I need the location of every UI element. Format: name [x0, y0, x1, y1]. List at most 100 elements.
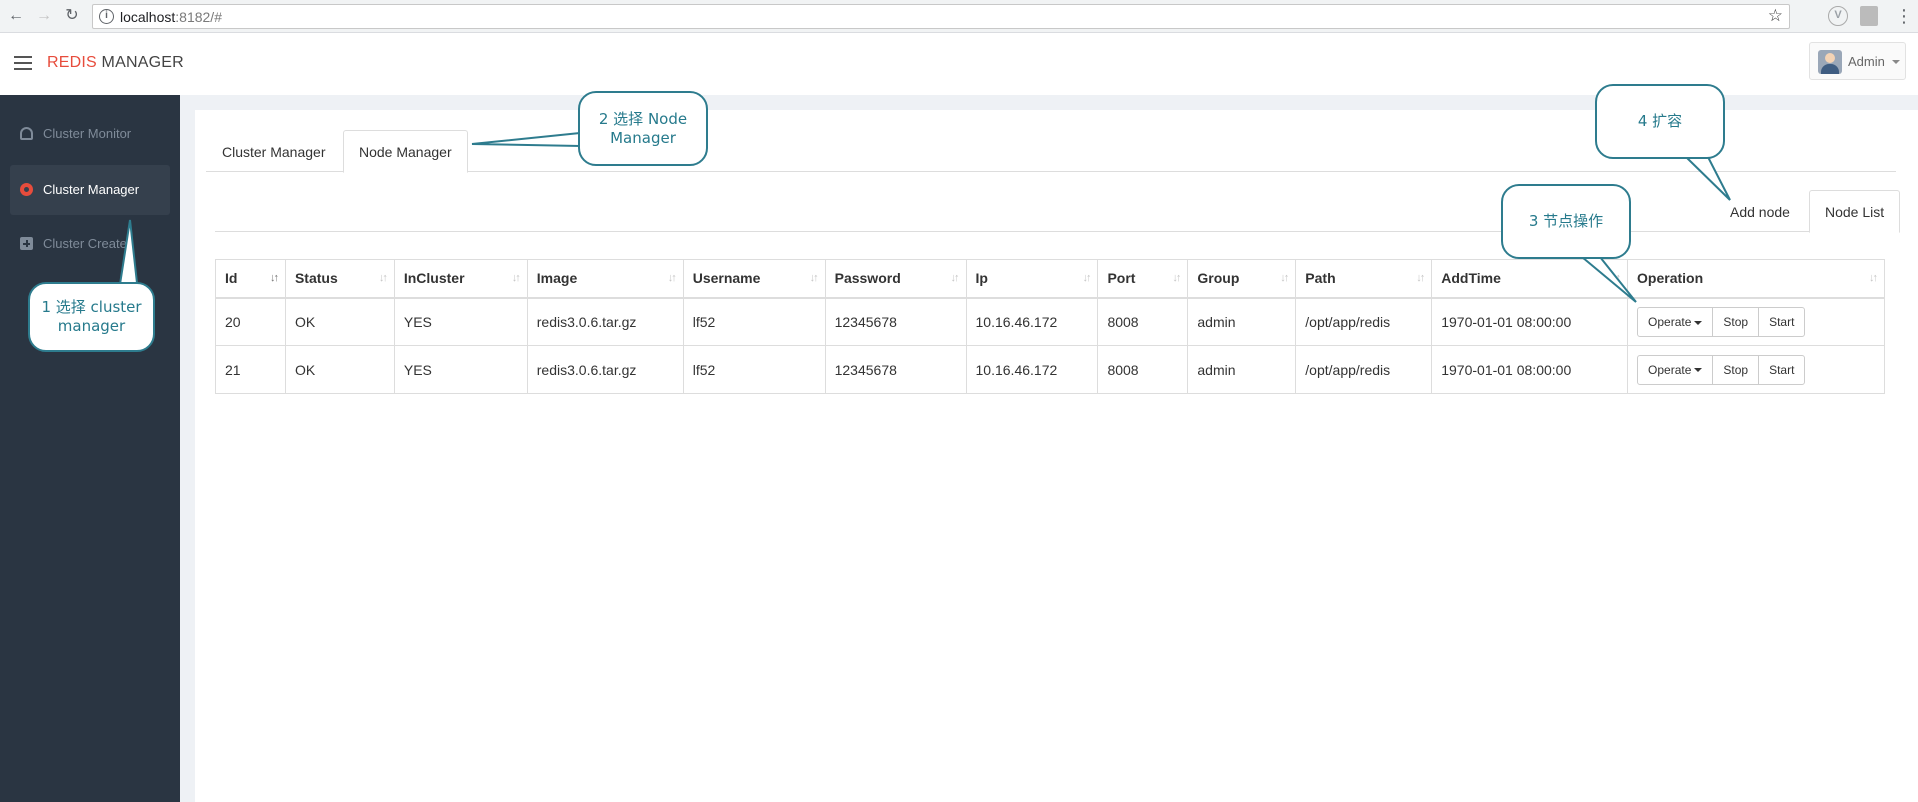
sort-icon: ↓↑: [378, 272, 388, 284]
column-header-label: InCluster: [403, 270, 465, 287]
column-header-ip[interactable]: Ip ↓↑: [965, 259, 1099, 299]
brand-logo[interactable]: REDIS MANAGER: [47, 54, 184, 72]
sidebar: Cluster Monitor Cluster Manager Cluster …: [0, 95, 180, 802]
column-header-password[interactable]: Password ↓↑: [824, 259, 967, 299]
sort-icon: ↓↑: [1082, 272, 1091, 284]
column-header-status[interactable]: Status ↓↑: [284, 259, 395, 299]
back-icon[interactable]: ←: [6, 6, 26, 26]
cell-operation: Operate Stop Start: [1627, 297, 1885, 346]
tab-cluster-manager[interactable]: Cluster Manager: [206, 130, 342, 173]
callout-2-line-1: 2 选择 Node: [598, 109, 688, 128]
callout-2-line-2: Manager: [610, 128, 676, 147]
stop-button[interactable]: Stop: [1712, 354, 1760, 385]
forward-icon[interactable]: →: [34, 6, 54, 26]
cell-status: OK: [284, 297, 395, 346]
column-header-label: Status: [294, 270, 338, 287]
cell-incluster: YES: [393, 345, 528, 394]
star-icon[interactable]: ☆: [1768, 6, 1783, 26]
sort-icon: ↓↑: [1612, 272, 1621, 284]
caret-down-icon: [1694, 320, 1703, 325]
sidebar-item-label: Cluster Monitor: [43, 126, 132, 141]
cell-id: 21: [215, 345, 286, 394]
site-info-icon[interactable]: i: [99, 9, 114, 24]
column-header-incluster[interactable]: InCluster ↓↑: [393, 259, 528, 299]
cell-path: /opt/app/redis: [1295, 345, 1433, 394]
sidebar-item-cluster-create[interactable]: Cluster Create: [10, 219, 170, 269]
menu-kebab-icon[interactable]: ⋮: [1894, 6, 1914, 26]
column-header-label: Path: [1305, 270, 1336, 287]
sort-icon: ↓↑: [667, 272, 677, 284]
column-header-label: Id: [225, 270, 238, 287]
sort-icon: ↓↑: [1280, 272, 1289, 284]
user-menu[interactable]: Admin: [1809, 42, 1906, 80]
sort-icon: ↓↑: [1869, 272, 1878, 284]
column-header-label: Operation: [1637, 270, 1704, 287]
brand-dark-text: MANAGER: [96, 54, 184, 71]
sub-tab-bar: Add node Node List: [215, 190, 1901, 233]
column-header-id[interactable]: Id ↓↑: [215, 259, 286, 299]
stop-button[interactable]: Stop: [1712, 306, 1760, 337]
brand-red-text: REDIS: [47, 54, 97, 71]
cell-status: OK: [284, 345, 395, 394]
sort-icon: ↓↑: [950, 272, 960, 284]
cell-password: 12345678: [824, 297, 967, 346]
cell-group: admin: [1187, 297, 1297, 346]
sort-icon: ↓↑: [809, 272, 819, 284]
cell-password: 12345678: [824, 345, 967, 394]
column-header-addtime[interactable]: AddTime ↓↑: [1431, 259, 1629, 299]
cell-path: /opt/app/redis: [1295, 297, 1433, 346]
gear-icon: [20, 183, 33, 196]
tab-add-node[interactable]: Add node: [1714, 190, 1806, 233]
column-header-username[interactable]: Username ↓↑: [682, 259, 826, 299]
sort-icon: ↓↑: [511, 272, 521, 284]
address-bar[interactable]: i localhost:8182/# ☆: [92, 4, 1790, 29]
column-header-path[interactable]: Path ↓↑: [1295, 259, 1433, 299]
url-rest: :8182/#: [175, 9, 222, 25]
dashboard-icon: [20, 127, 33, 140]
sort-asc-icon: ↓↑: [269, 272, 279, 284]
hamburger-menu-icon[interactable]: [14, 56, 32, 70]
start-button[interactable]: Start: [1758, 306, 1806, 337]
cell-ip: 10.16.46.172: [965, 345, 1099, 394]
caret-down-icon: [1892, 60, 1900, 64]
operation-button-group: Operate Stop Start: [1637, 306, 1806, 337]
sidebar-item-label: Cluster Create: [43, 236, 127, 251]
operate-dropdown-button[interactable]: Operate: [1637, 306, 1714, 337]
sidebar-item-cluster-monitor[interactable]: Cluster Monitor: [10, 109, 170, 159]
column-header-port[interactable]: Port ↓↑: [1097, 259, 1189, 299]
cell-port: 8008: [1097, 345, 1189, 394]
operate-dropdown-button[interactable]: Operate: [1637, 354, 1714, 385]
cell-port: 8008: [1097, 297, 1189, 346]
node-table: Id ↓↑ Status ↓↑ InCluster ↓↑ Image ↓↑ Userna…: [215, 259, 1885, 394]
avatar: [1818, 50, 1842, 74]
column-header-operation[interactable]: Operation ↓↑: [1627, 259, 1885, 299]
column-header-group[interactable]: Group ↓↑: [1187, 259, 1297, 299]
sidebar-item-cluster-manager[interactable]: Cluster Manager: [10, 165, 170, 215]
callout-1-line-1: 1 选择 cluster: [41, 298, 142, 316]
reload-icon[interactable]: ↻: [62, 6, 82, 26]
extension-document-icon[interactable]: [1860, 6, 1878, 26]
cell-image: redis3.0.6.tar.gz: [526, 345, 684, 394]
sidebar-item-label: Cluster Manager: [43, 182, 140, 197]
browser-toolbar: ← → ↻ i localhost:8182/# ☆ V ⋮: [0, 0, 1918, 33]
column-header-image[interactable]: Image ↓↑: [526, 259, 684, 299]
cell-addtime: 1970-01-01 08:00:00: [1431, 297, 1629, 346]
cell-incluster: YES: [393, 297, 528, 346]
callout-1: 1 选择 cluster manager: [28, 282, 155, 352]
tab-node-list[interactable]: Node List: [1809, 190, 1901, 233]
caret-down-icon: [1694, 368, 1703, 373]
start-button[interactable]: Start: [1758, 354, 1806, 385]
table-row: 20 OK YES redis3.0.6.tar.gz lf52 1234567…: [215, 297, 1885, 346]
cell-id: 20: [215, 297, 286, 346]
column-header-label: Username: [692, 270, 761, 287]
cell-ip: 10.16.46.172: [965, 297, 1099, 346]
column-header-label: Image: [536, 270, 578, 287]
callout-4: 4 扩容: [1595, 84, 1725, 159]
url-host: localhost: [120, 9, 176, 25]
tab-node-manager[interactable]: Node Manager: [343, 130, 468, 173]
table-row: 21 OK YES redis3.0.6.tar.gz lf52 1234567…: [215, 345, 1885, 394]
column-header-label: Group: [1197, 270, 1240, 287]
cell-operation: Operate Stop Start: [1627, 345, 1885, 394]
extension-v-icon[interactable]: V: [1828, 6, 1848, 26]
column-header-label: Password: [834, 270, 901, 287]
